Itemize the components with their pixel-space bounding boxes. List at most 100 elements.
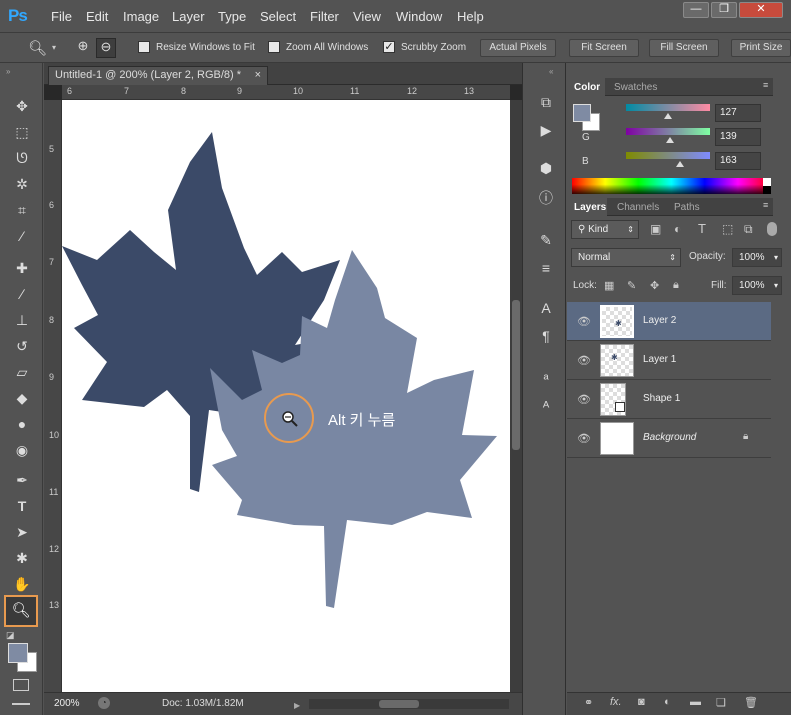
menu-image[interactable]: Image [123, 9, 159, 24]
status-icon[interactable]: ◔ [98, 697, 110, 709]
adjustment-layer-icon[interactable]: ◐ [664, 696, 671, 708]
tab-swatches[interactable]: Swatches [614, 82, 657, 93]
scroll-thumb[interactable] [512, 300, 520, 450]
color-fg-swatch[interactable] [573, 104, 591, 122]
close-button[interactable]: ✕ [739, 2, 783, 18]
zoom-in-icon[interactable]: ⊕ [74, 38, 92, 56]
blur-tool-icon[interactable]: ● [10, 413, 34, 435]
marquee-tool-icon[interactable]: ⬚ [10, 121, 34, 143]
eraser-tool-icon[interactable]: ▱ [10, 361, 34, 383]
paragraph-icon[interactable]: ¶ [537, 327, 555, 345]
shape-tool-icon[interactable]: ✱ [10, 547, 34, 569]
value-r[interactable]: 127 [715, 104, 761, 122]
actual-pixels-button[interactable]: Actual Pixels [480, 39, 556, 57]
lock-image-icon[interactable]: ✎ [627, 279, 636, 292]
filter-adjustment-icon[interactable]: ◐ [674, 222, 681, 236]
resize-windows-checkbox[interactable] [138, 41, 150, 53]
menu-filter[interactable]: Filter [310, 9, 339, 24]
fit-screen-button[interactable]: Fit Screen [569, 39, 639, 57]
history-brush-tool-icon[interactable]: ↺ [10, 335, 34, 357]
filter-shape-icon[interactable]: ⬚ [722, 222, 733, 236]
history-icon[interactable]: ⧉ [537, 93, 555, 111]
move-tool-icon[interactable]: ✥ [10, 95, 34, 117]
zoom-level[interactable]: 200% [54, 698, 80, 709]
eyedropper-tool-icon[interactable]: ⁄ [10, 225, 34, 247]
default-colors-icon[interactable]: ◪ [6, 630, 15, 641]
menu-select[interactable]: Select [260, 9, 296, 24]
lock-all-icon[interactable]: 🔒︎ [673, 279, 679, 292]
black-swatch[interactable] [763, 186, 771, 194]
adjustments-icon[interactable]: ≡ [537, 259, 555, 277]
zoom-tool-icon[interactable]: 🔍︎ [4, 595, 38, 627]
menu-view[interactable]: View [353, 9, 381, 24]
panel-menu-icon[interactable]: ≡ [763, 200, 768, 210]
close-tab-icon[interactable]: × [255, 67, 261, 84]
vertical-scrollbar[interactable] [510, 100, 522, 692]
trash-icon[interactable]: 🗑︎ [744, 696, 758, 709]
zoom-tool-icon[interactable]: 🔍︎ [28, 39, 47, 57]
brush-tool-icon[interactable]: ∕ [10, 283, 34, 305]
actions-play-icon[interactable]: ▶ [537, 121, 555, 139]
tab-layers[interactable]: Layers [574, 202, 606, 213]
quick-mask-icon[interactable] [13, 679, 29, 691]
layer-row[interactable]: 👁︎ ✱ Layer 1 [567, 341, 771, 380]
color-spectrum[interactable] [572, 178, 771, 194]
group-folder-icon[interactable]: ▬ [690, 696, 701, 708]
paragraph-styles-icon[interactable]: ᴬ [537, 397, 555, 415]
tab-color[interactable]: Color [574, 82, 600, 93]
screen-mode-icon[interactable] [12, 703, 30, 713]
type-tool-icon[interactable]: T [10, 495, 34, 517]
tab-paths[interactable]: Paths [674, 202, 700, 213]
status-arrow-icon[interactable]: ▶ [294, 701, 300, 710]
opacity-field[interactable]: 100% ▾ [732, 248, 782, 267]
hand-tool-icon[interactable]: ✋ [10, 573, 34, 595]
expand-icon[interactable]: « [549, 67, 553, 76]
path-selection-tool-icon[interactable]: ➤ [10, 521, 34, 543]
magic-wand-tool-icon[interactable]: ✲ [10, 173, 34, 195]
layer-row[interactable]: 👁︎ Shape 1 [567, 380, 771, 419]
visibility-eye-icon[interactable]: 👁︎ [577, 393, 591, 406]
panel-menu-icon[interactable]: ≡ [763, 80, 768, 90]
minimize-button[interactable]: — [683, 2, 709, 18]
print-size-button[interactable]: Print Size [731, 39, 791, 57]
new-layer-icon[interactable]: ❏ [716, 696, 726, 709]
layer-name[interactable]: Layer 2 [643, 315, 676, 326]
character-styles-icon[interactable]: ᵃ [537, 369, 555, 387]
info-icon[interactable]: ⓘ [537, 189, 555, 207]
layer-row[interactable]: 👁︎ ✱ Layer 2 [567, 302, 771, 341]
slider-g[interactable] [626, 128, 710, 135]
fill-field[interactable]: 100% ▾ [732, 276, 782, 295]
restore-button[interactable]: ❐ [711, 2, 737, 18]
canvas[interactable]: Alt 키 누름 [62, 100, 510, 692]
value-b[interactable]: 163 [715, 152, 761, 170]
white-swatch[interactable] [763, 178, 771, 186]
crop-tool-icon[interactable]: ⌗ [10, 199, 34, 221]
filter-smart-object-icon[interactable]: ⧉ [744, 222, 753, 237]
link-layers-icon[interactable]: ⚭ [584, 696, 593, 709]
fx-icon[interactable]: fx. [610, 696, 622, 708]
slider-r[interactable] [626, 104, 710, 111]
character-icon[interactable]: A [537, 299, 555, 317]
filter-toggle[interactable] [767, 222, 777, 236]
dodge-tool-icon[interactable]: ◉ [10, 439, 34, 461]
layer-row[interactable]: 👁︎ Background 🔒︎ [567, 419, 771, 458]
layer-name[interactable]: Background [643, 432, 696, 443]
lock-transparent-icon[interactable]: ▦ [604, 279, 614, 292]
document-tab[interactable]: Untitled-1 @ 200% (Layer 2, RGB/8) * × [48, 66, 268, 85]
horizontal-scrollbar[interactable] [309, 699, 509, 709]
slider-b[interactable] [626, 152, 710, 159]
layer-name[interactable]: Layer 1 [643, 354, 676, 365]
collapse-icon[interactable]: » [6, 67, 10, 76]
lock-position-icon[interactable]: ✥ [650, 279, 659, 292]
visibility-eye-icon[interactable]: 👁︎ [577, 432, 591, 445]
healing-brush-tool-icon[interactable]: ✚ [10, 257, 34, 279]
foreground-color-swatch[interactable] [8, 643, 28, 663]
stamp-tool-icon[interactable]: ⊥ [10, 309, 34, 331]
menu-file[interactable]: File [51, 9, 72, 24]
lasso-tool-icon[interactable]: ᘎ [10, 147, 34, 169]
visibility-eye-icon[interactable]: 👁︎ [577, 315, 591, 328]
value-g[interactable]: 139 [715, 128, 761, 146]
3d-icon[interactable]: ⬢ [537, 159, 555, 177]
kind-filter-dropdown[interactable]: ⚲ Kind ⇕ [571, 220, 639, 239]
chevron-down-icon[interactable]: ▾ [52, 43, 56, 52]
